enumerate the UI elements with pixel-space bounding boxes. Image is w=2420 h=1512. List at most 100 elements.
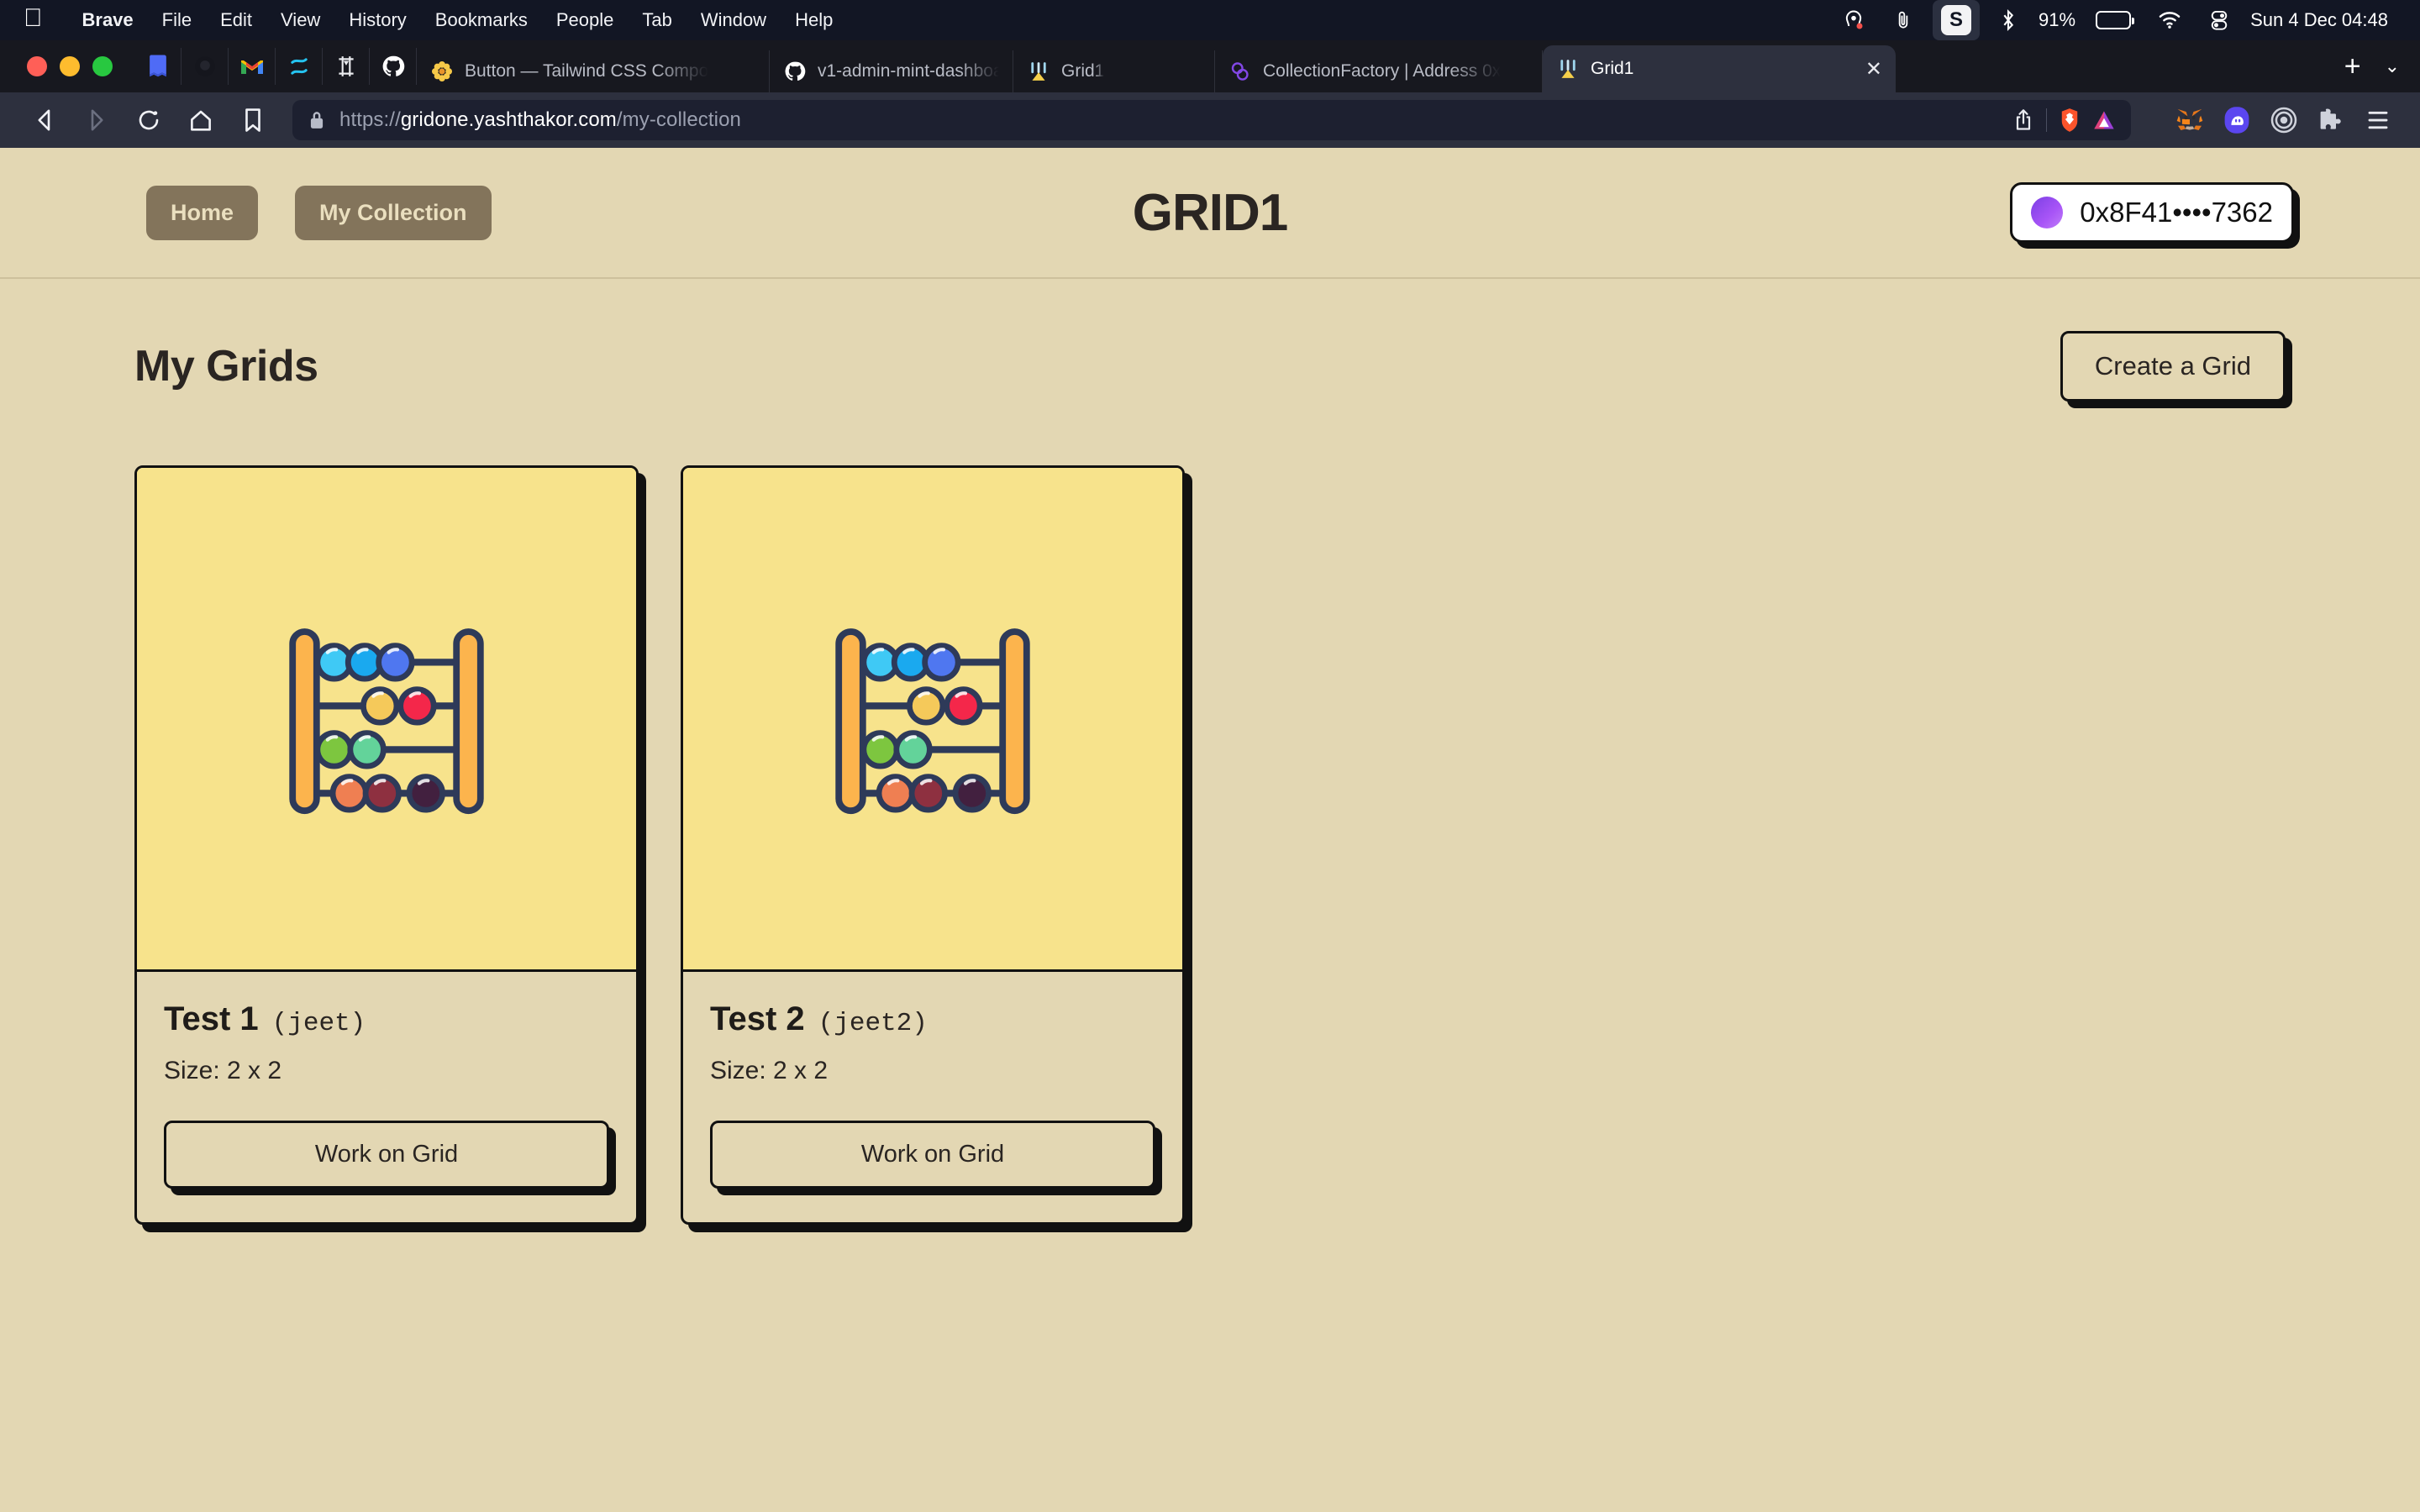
grid-card[interactable]: Test 2 (jeet2) Size: 2 x 2 Work on Grid [681, 465, 1185, 1225]
menu-item-brave[interactable]: Brave [68, 9, 148, 31]
grid-card-image [683, 468, 1182, 972]
address-bar-actions [2012, 108, 2116, 133]
minimize-window-button[interactable] [60, 56, 80, 76]
reload-icon[interactable] [123, 94, 175, 146]
tab-label: Grid1 [1061, 61, 1105, 81]
menu-item-history[interactable]: History [334, 9, 420, 31]
divider [2046, 108, 2047, 132]
tab-v1-admin-mint-dashboard[interactable]: v1-admin-mint-dashboard/Ipfs [770, 50, 1013, 92]
tab-label: Button — Tailwind CSS Compo [465, 61, 709, 81]
polygonscan-icon [1228, 60, 1252, 83]
battery-percent-label: 91% [2039, 9, 2076, 30]
browser-toolbar: https://gridone.yashthakor.com/my-collec… [0, 92, 2420, 148]
tab-collection-factory[interactable]: CollectionFactory | Address 0x [1215, 50, 1543, 92]
wifi-icon[interactable] [2144, 10, 2195, 30]
chevron-down-icon[interactable]: ⌄ [2385, 55, 2400, 77]
pinned-tabs-group [134, 40, 417, 92]
browser-menu-icon[interactable] [2354, 97, 2402, 144]
url-host: gridone.yashthakor.com [400, 108, 617, 131]
menubar-left-group:  Brave File Edit View History Bookmarks… [0, 6, 847, 33]
macos-menubar:  Brave File Edit View History Bookmarks… [0, 0, 2420, 40]
bluetooth-icon[interactable] [1985, 8, 2032, 32]
lock-icon [308, 110, 326, 130]
web-page-content: Home My Collection GRID1 0x8F41••••7362 … [0, 148, 2420, 1512]
tabs-group: Button — Tailwind CSS Compo v1-admin-min… [417, 40, 2336, 92]
forward-arrow-icon [71, 94, 123, 146]
menu-item-file[interactable]: File [148, 9, 206, 31]
menu-item-tab[interactable]: Tab [628, 9, 686, 31]
battery-icon[interactable] [2082, 11, 2144, 29]
paperclip-icon[interactable] [1879, 9, 1928, 31]
abacus-icon [835, 627, 1030, 814]
site-nav: Home My Collection [146, 185, 492, 240]
nav-my-collection[interactable]: My Collection [295, 185, 492, 240]
grid-card-body: Test 1 (jeet) Size: 2 x 2 Work on Grid [137, 972, 636, 1222]
wallet-address-button[interactable]: 0x8F41••••7362 [2010, 182, 2294, 243]
grid-card[interactable]: Test 1 (jeet) Size: 2 x 2 Work on Grid [134, 465, 639, 1225]
dark-circle-pinned-tab[interactable] [182, 48, 229, 85]
brave-rewards-triangle-icon[interactable] [2092, 108, 2116, 132]
close-tab-icon[interactable]: ✕ [1844, 57, 1882, 81]
home-icon[interactable] [175, 94, 227, 146]
grid-card-title-row: Test 2 (jeet2) [710, 1000, 1155, 1038]
brave-shields-lion-icon[interactable] [2059, 108, 2081, 133]
menu-item-edit[interactable]: Edit [206, 9, 266, 31]
menu-item-people[interactable]: People [542, 9, 629, 31]
grid-card-title-row: Test 1 (jeet) [164, 1000, 609, 1038]
tab-label: Grid1 [1591, 59, 1634, 78]
close-window-button[interactable] [27, 56, 47, 76]
wallet-avatar-icon [2031, 197, 2064, 228]
target-extension-icon[interactable] [2260, 97, 2307, 144]
work-on-grid-button[interactable]: Work on Grid [164, 1121, 609, 1189]
content-header: My Grids Create a Grid [134, 331, 2286, 402]
new-tab-button[interactable]: + [2344, 52, 2361, 81]
metamask-extension-icon[interactable] [2166, 97, 2213, 144]
grid1-icon [1556, 57, 1580, 81]
brave-browser-window: Button — Tailwind CSS Compo v1-admin-min… [0, 40, 2420, 1512]
frame-pinned-tab[interactable] [323, 48, 370, 85]
phantom-wallet-extension-icon[interactable] [2213, 97, 2260, 144]
nav-home[interactable]: Home [146, 185, 259, 240]
shortcuts-menu-item[interactable]: S [1933, 0, 1981, 40]
site-brand-logo[interactable]: GRID1 [1133, 183, 1288, 243]
control-center-icon[interactable] [2195, 9, 2244, 31]
screen-record-icon[interactable] [1828, 8, 1879, 32]
menubar-clock[interactable]: Sun 4 Dec 04:48 [2244, 9, 2395, 31]
flower-icon [430, 60, 454, 83]
grid-card-list: Test 1 (jeet) Size: 2 x 2 Work on Grid T… [134, 465, 2286, 1225]
address-bar[interactable]: https://gridone.yashthakor.com/my-collec… [292, 100, 2131, 140]
apple-logo-icon[interactable]:  [24, 6, 43, 31]
brave-pinned-tab[interactable] [134, 48, 182, 85]
tab-label: v1-admin-mint-dashboard/Ipfs [818, 61, 999, 81]
wave-pinned-tab[interactable] [276, 48, 323, 85]
grid-card-name: Test 2 [710, 1000, 805, 1037]
url-path: /my-collection [616, 108, 741, 131]
puzzle-extensions-icon[interactable] [2307, 97, 2354, 144]
menu-item-help[interactable]: Help [781, 9, 847, 31]
share-icon[interactable] [2012, 108, 2034, 132]
gmail-pinned-tab[interactable] [229, 48, 276, 85]
wallet-area: 0x8F41••••7362 [2010, 182, 2294, 243]
bookmark-icon[interactable] [227, 94, 279, 146]
work-on-grid-button[interactable]: Work on Grid [710, 1121, 1155, 1189]
extension-icons-group [2144, 97, 2402, 144]
back-arrow-icon[interactable] [18, 94, 71, 146]
create-a-grid-button[interactable]: Create a Grid [2060, 331, 2286, 402]
menubar-status-group: S 91% Sun 4 Dec 04:48 [1828, 0, 2420, 40]
tab-tailwind-button[interactable]: Button — Tailwind CSS Compo [417, 50, 770, 92]
menu-item-bookmarks[interactable]: Bookmarks [421, 9, 542, 31]
abacus-icon [289, 627, 484, 814]
menu-item-view[interactable]: View [266, 9, 334, 31]
grid-card-body: Test 2 (jeet2) Size: 2 x 2 Work on Grid [683, 972, 1182, 1222]
shortcuts-badge-label: S [1941, 5, 1972, 35]
grid-card-symbol: (jeet) [271, 1009, 366, 1038]
maximize-window-button[interactable] [92, 56, 113, 76]
site-header: Home My Collection GRID1 0x8F41••••7362 [0, 148, 2420, 279]
wallet-address-label: 0x8F41••••7362 [2080, 197, 2273, 228]
menu-item-window[interactable]: Window [687, 9, 781, 31]
tab-grid1-active[interactable]: Grid1 ✕ [1543, 45, 1896, 92]
github-icon [783, 60, 807, 83]
github-pinned-tab[interactable] [370, 48, 417, 85]
tab-grid1-secondary[interactable]: Grid1 [1013, 50, 1215, 92]
tab-strip: Button — Tailwind CSS Compo v1-admin-min… [0, 40, 2420, 92]
